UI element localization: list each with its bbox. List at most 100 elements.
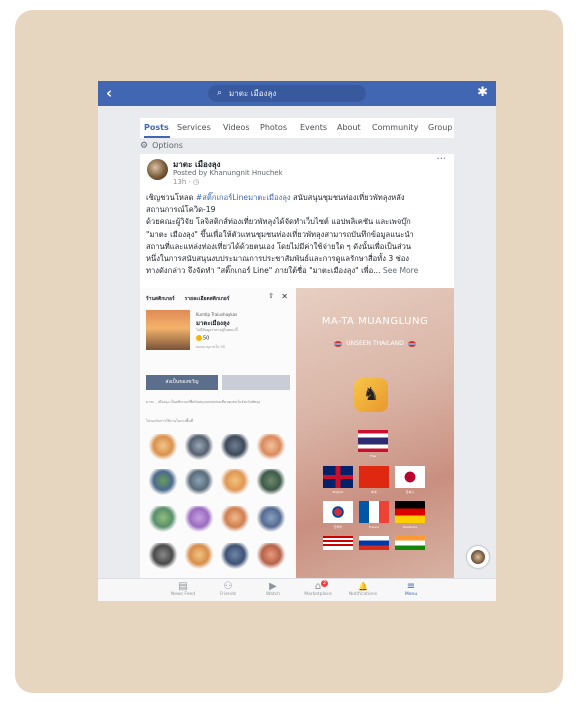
- options-gear-icon: ⚙: [140, 141, 149, 151]
- sticker-item: [184, 469, 214, 495]
- flag-label-thai: Thai: [369, 454, 377, 458]
- sticker-note: หมดอายุภายใน 90: [196, 345, 225, 349]
- nav-label-marketplace: Marketplace: [304, 592, 332, 597]
- search-icon: ⌕: [217, 88, 223, 98]
- sticker-description: มาตะ - เมืองลุง เป็นสติกเกอร์ที่สนับสนุน…: [146, 400, 261, 404]
- post-line-6: หนึ่งในการสนับสนุนงบประมาณการประชาสัมพัน…: [146, 254, 410, 264]
- see-more-link[interactable]: See More: [383, 266, 418, 275]
- bottom-navigation: ▤ News Feed ⚇ Friends ▶ Watch ⌂ Marketplace 2…: [98, 578, 496, 601]
- tab-about[interactable]: About: [337, 123, 361, 132]
- close-icon: ✕: [281, 292, 288, 301]
- gift-button: ส่งเป็นของขวัญ: [146, 375, 218, 390]
- back-icon[interactable]: ‹: [106, 84, 112, 102]
- post-image-poster[interactable]: MA-TA MUANGLUNG UNSEEN THAILAND ♞ Thai E…: [296, 288, 454, 578]
- india-flag-icon: [395, 536, 425, 550]
- post-author: Posted by Khanungnit Hnuchek: [173, 169, 283, 177]
- tab-group[interactable]: Group: [428, 123, 452, 132]
- sticker-item: [220, 506, 250, 532]
- japan-flag-icon: [395, 466, 425, 488]
- tab-community[interactable]: Community: [372, 123, 418, 132]
- post-line-4: "มาตะ เมืองลุง" ขึ้นเพื่อให้ตัวแทนชุมชนท…: [146, 229, 414, 239]
- post-line-1-tail: สนับสนุนชุมชนท่องเที่ยวพัทลุงหลัง: [290, 193, 405, 202]
- sticker-author: Kumtip Traiushaykas: [196, 312, 238, 317]
- nav-label-friends: Friends: [219, 592, 237, 597]
- flag-label-japanese: 日本人: [405, 490, 415, 494]
- flag-label-english: English: [332, 490, 344, 494]
- sticker-item: [148, 434, 178, 460]
- post-image-sticker-shop[interactable]: ร้านสติกเกอร์ รายละเอียดสติกเกอร์ ⇧ ✕ Kum…: [140, 288, 296, 578]
- sticker-shop-tab: ร้านสติกเกอร์: [146, 296, 175, 302]
- post-text: เชิญชวนโหลด #สติ๊กเกอร์Lineมาตะเมืองลุง …: [146, 192, 448, 277]
- sticker-price: 50: [196, 335, 209, 342]
- thai-flag-icon: [358, 430, 388, 452]
- page-tabs: Posts Services Videos Photos Events Abou…: [140, 118, 454, 138]
- post-timestamp: 13h · ◷: [173, 178, 200, 186]
- sticker-shop-tabs: ร้านสติกเกอร์ รายละเอียดสติกเกอร์: [146, 295, 239, 303]
- post-card: มาตะ เมืองลุง Posted by Khanungnit Hnuch…: [140, 154, 454, 288]
- flag-label-france: France: [369, 525, 379, 529]
- bell-icon: 🔔: [358, 582, 368, 591]
- marketplace-badge: 2: [321, 580, 328, 587]
- menu-icon: ≡: [406, 581, 416, 592]
- search-text: มาตะ เมืองลุง: [229, 89, 277, 98]
- share-icon: ⇧: [268, 292, 274, 300]
- sticker-item: [220, 469, 250, 495]
- nav-notifications[interactable]: 🔔 Notifications: [342, 581, 384, 598]
- sticker-item: [148, 543, 178, 569]
- chat-head-image: [471, 550, 485, 564]
- more-options-icon[interactable]: ···: [436, 154, 446, 165]
- nav-friends[interactable]: ⚇ Friends: [207, 581, 249, 598]
- post-line-7: ทางดังกล่าว จึงจัดทำ "สติ๊กเกอร์ Line" ภ…: [146, 265, 448, 277]
- post-line-1: เชิญชวนโหลด #สติ๊กเกอร์Lineมาตะเมืองลุง …: [146, 192, 448, 204]
- coin-icon: [196, 335, 202, 341]
- nav-label-news-feed: News Feed: [170, 592, 196, 597]
- thai-flag-icon: [407, 340, 416, 347]
- post-line-7-text: ทางดังกล่าว จึงจัดทำ "สติ๊กเกอร์ Line" ภ…: [146, 266, 381, 276]
- uk-flag-icon: [323, 466, 353, 488]
- tab-posts[interactable]: Posts: [144, 123, 169, 132]
- france-flag-icon: [359, 501, 389, 523]
- nav-watch[interactable]: ▶ Watch: [252, 581, 294, 598]
- nav-label-watch: Watch: [265, 592, 280, 597]
- settings-gear-icon[interactable]: ✱: [477, 85, 488, 101]
- options-row[interactable]: ⚙ Options: [140, 141, 183, 151]
- app-logo-icon: ♞: [354, 378, 388, 412]
- tab-services[interactable]: Services: [177, 123, 211, 132]
- sticker-item: [148, 506, 178, 532]
- search-bar[interactable]: ⌕ มาตะ เมืองลุง: [208, 85, 366, 102]
- poster-subtitle-row: UNSEEN THAILAND: [306, 340, 444, 347]
- poster-title: MA-TA MUANGLUNG: [321, 316, 429, 327]
- sticker-price-value: 50: [203, 335, 210, 342]
- nav-marketplace[interactable]: ⌂ Marketplace 2: [297, 580, 339, 598]
- sticker-thumbnail: [146, 310, 190, 350]
- sticker-description-note: ไม่รองรับการใช้งานในบางพื้นที่: [146, 419, 193, 423]
- options-label: Options: [152, 141, 183, 150]
- china-flag-icon: [359, 466, 389, 488]
- tab-videos[interactable]: Videos: [223, 123, 250, 132]
- watch-icon: ▶: [269, 581, 277, 592]
- post-line-1-lead: เชิญชวนโหลด: [146, 193, 196, 202]
- tab-photos[interactable]: Photos: [260, 123, 287, 132]
- purchase-button: [222, 375, 290, 390]
- nav-news-feed[interactable]: ▤ News Feed: [162, 581, 204, 598]
- marketplace-icon: ⌂: [314, 581, 322, 592]
- friends-icon: ⚇: [223, 581, 233, 592]
- sticker-item: [256, 506, 286, 532]
- nav-menu[interactable]: ≡ Menu: [390, 581, 432, 598]
- chat-head-avatar[interactable]: [467, 546, 489, 568]
- tab-events[interactable]: Events: [300, 123, 327, 132]
- nav-label-menu: Menu: [404, 592, 418, 597]
- flag-label-chinese: 中文: [370, 490, 377, 494]
- page-avatar[interactable]: [147, 159, 168, 180]
- sticker-item: [256, 469, 286, 495]
- sticker-subtitle: ไม่มีข้อมูลราคาอยู่ในขณะนี้: [196, 328, 238, 332]
- post-hashtag[interactable]: #สติ๊กเกอร์Lineมาตะเมืองลุง: [196, 193, 291, 202]
- sticker-item: [184, 543, 214, 569]
- flag-label-korean: 한국어: [333, 525, 343, 529]
- sticker-detail-tab: รายละเอียดสติกเกอร์: [184, 296, 230, 302]
- sticker-item: [220, 543, 250, 569]
- top-navigation-bar: ‹ ⌕ มาตะ เมืองลุง ✱: [98, 81, 496, 106]
- sticker-item: [220, 434, 250, 460]
- news-feed-icon: ▤: [178, 581, 188, 592]
- sticker-item: [256, 543, 286, 569]
